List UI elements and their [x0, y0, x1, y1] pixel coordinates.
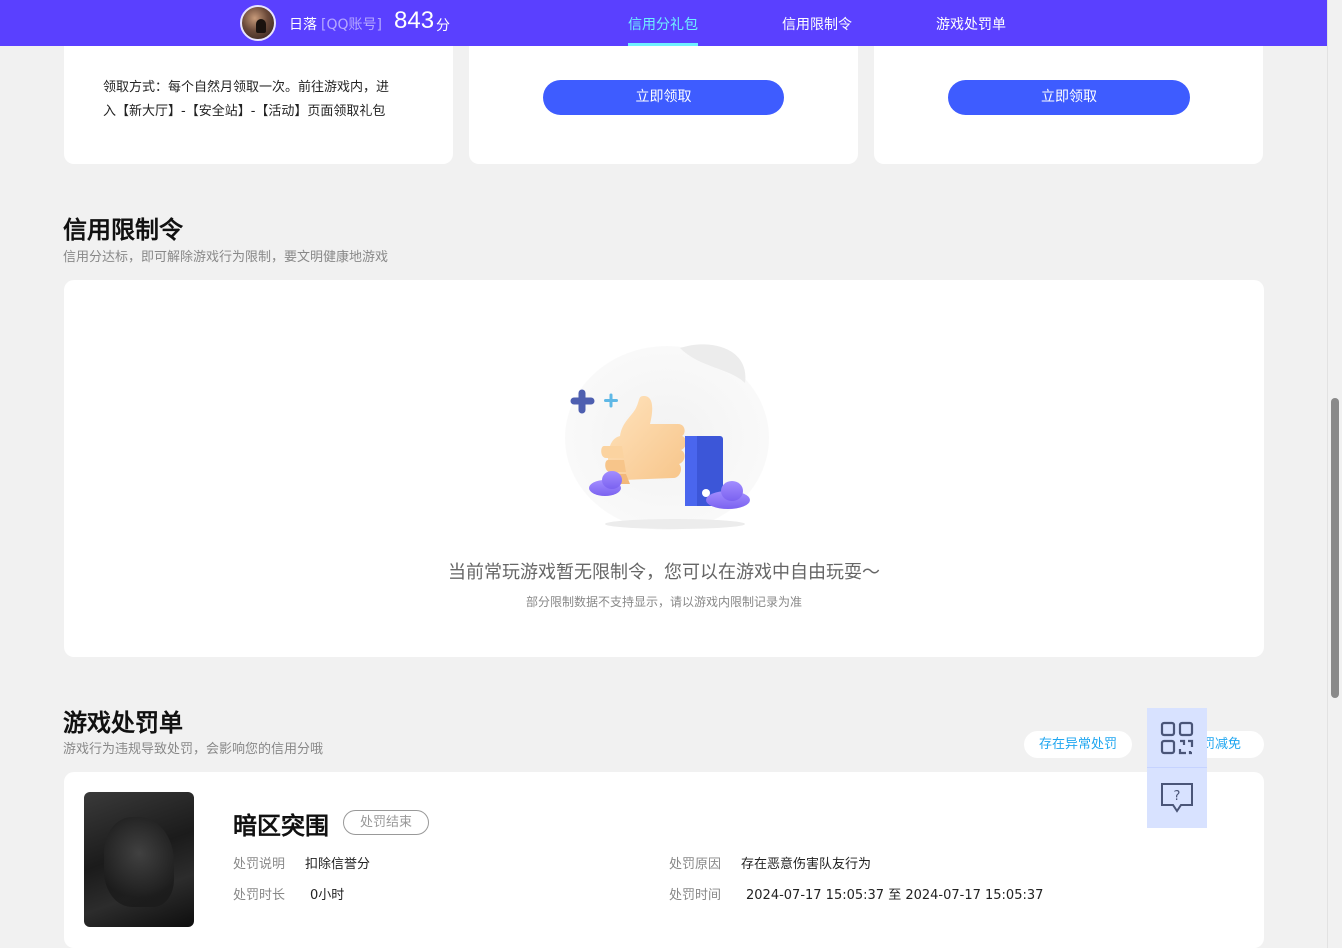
feedback-button[interactable]: ? — [1147, 768, 1207, 828]
penalty-reason-label: 处罚原因 — [669, 857, 722, 872]
penalty-time-value: 2024-07-17 15:05:37 至 2024-07-17 15:05:3… — [746, 888, 1044, 903]
restriction-section-subtitle: 信用分达标，即可解除游戏行为限制，要文明健康地游戏 — [63, 250, 389, 265]
floating-toolbar: ? — [1147, 708, 1207, 828]
top-nav-bar: 日落 [QQ账号] 843 分 信用分礼包 信用限制令 游戏处罚单 — [0, 0, 1327, 46]
penalty-reason-value: 存在恶意伤害队友行为 — [741, 857, 872, 872]
credit-score-unit: 分 — [436, 18, 450, 34]
thumbs-up-illustration-icon — [565, 344, 769, 530]
qrcode-button[interactable] — [1147, 708, 1207, 768]
gift-claim-line-2: 入【新大厅】-【安全站】-【活动】页面领取礼包 — [103, 104, 386, 119]
tab-credit-gift[interactable]: 信用分礼包 — [628, 14, 698, 34]
tab-penalty[interactable]: 游戏处罚单 — [936, 14, 1006, 34]
restriction-empty-message: 当前常玩游戏暂无限制令，您可以在游戏中自由玩耍～ — [448, 562, 880, 583]
claim-button-1[interactable]: 立即领取 — [543, 80, 784, 115]
scrollbar-thumb[interactable] — [1331, 398, 1339, 698]
penalty-duration-value: 0小时 — [310, 888, 345, 903]
penalty-desc-value: 扣除信誉分 — [305, 857, 371, 872]
svg-text:?: ? — [1174, 789, 1181, 804]
active-tab-indicator — [628, 43, 698, 46]
penalty-section-title: 游戏处罚单 — [63, 709, 183, 737]
abnormal-penalty-button[interactable]: 存在异常处罚 — [1024, 731, 1132, 758]
restriction-section-title: 信用限制令 — [63, 216, 183, 244]
status-badge: 处罚结束 — [343, 810, 429, 835]
game-thumbnail — [84, 792, 194, 927]
penalty-time-label: 处罚时间 — [669, 888, 722, 903]
feedback-icon: ? — [1161, 783, 1193, 813]
gift-claim-line-1: 领取方式：每个自然月领取一次。前往游戏内，进 — [103, 80, 390, 95]
tab-restriction[interactable]: 信用限制令 — [782, 14, 852, 34]
claim-button-2[interactable]: 立即领取 — [948, 80, 1190, 115]
account-type-tag: [QQ账号] — [321, 17, 382, 33]
avatar[interactable] — [240, 5, 276, 41]
penalty-desc-label: 处罚说明 — [233, 857, 286, 872]
game-title: 暗区突围 — [233, 812, 329, 840]
gift-claim-instructions: 领取方式：每个自然月领取一次。前往游戏内，进 入【新大厅】-【安全站】-【活动】… — [103, 76, 423, 124]
credit-score: 843 — [394, 7, 435, 34]
penalty-section-subtitle: 游戏行为违规导致处罚，会影响您的信用分哦 — [63, 742, 324, 757]
restriction-empty-note: 部分限制数据不支持显示，请以游戏内限制记录为准 — [525, 595, 802, 609]
username: 日落 — [289, 17, 317, 33]
page-scrollbar[interactable] — [1327, 0, 1342, 948]
qrcode-icon — [1160, 721, 1194, 754]
penalty-duration-label: 处罚时长 — [233, 888, 286, 903]
